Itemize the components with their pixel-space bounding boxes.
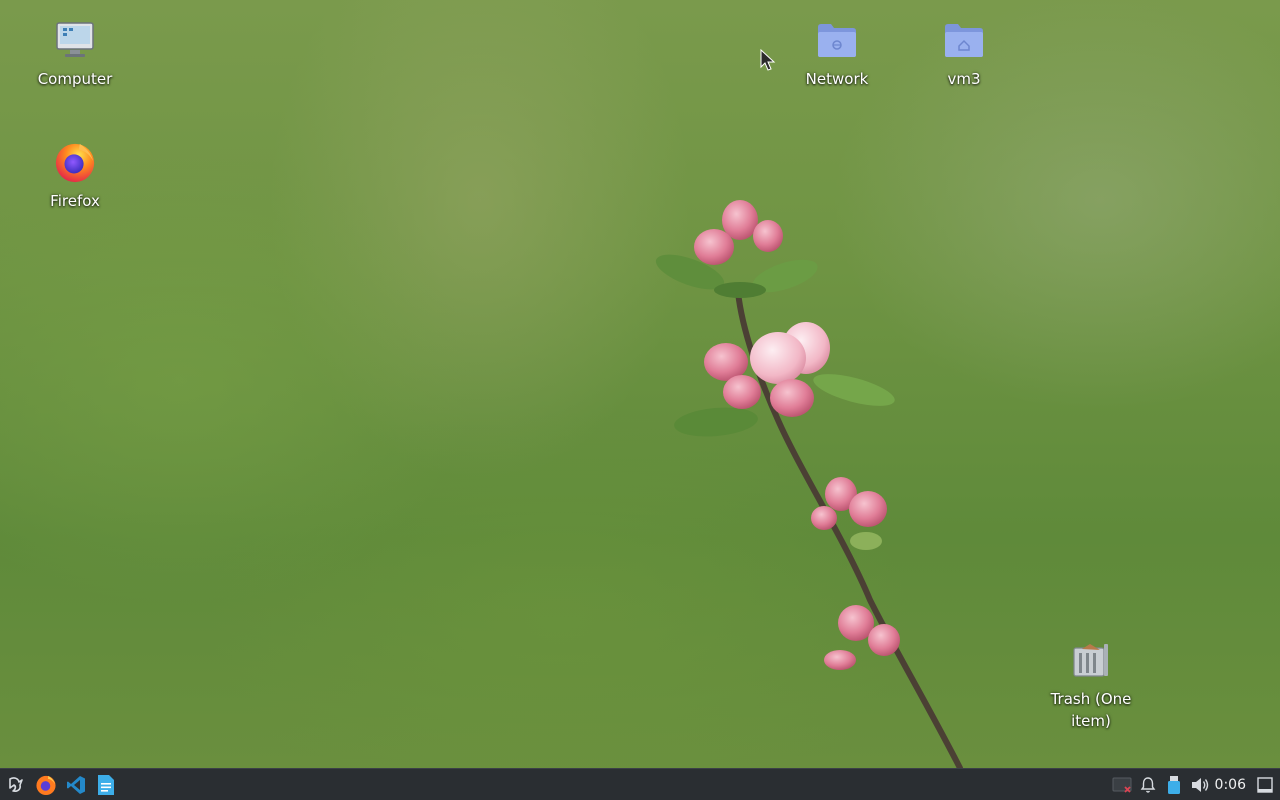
firefox-icon xyxy=(53,140,97,184)
desktop-icon-network[interactable]: Network xyxy=(782,18,892,90)
bell-icon xyxy=(1140,776,1155,793)
tray-volume[interactable] xyxy=(1187,771,1213,799)
usb-drive-icon xyxy=(1167,775,1180,794)
network-folder-icon xyxy=(815,18,859,62)
show-desktop-button[interactable] xyxy=(1254,771,1276,799)
taskbar-vscode-launcher[interactable] xyxy=(62,771,90,799)
desktop-icon-computer[interactable]: Computer xyxy=(20,18,130,90)
document-icon xyxy=(98,774,114,795)
computer-icon xyxy=(53,18,97,62)
taskbar: 0:06 xyxy=(0,768,1280,800)
taskbar-text-editor-launcher[interactable] xyxy=(92,771,120,799)
app-menu-icon xyxy=(9,776,23,792)
desktop-icon-label: Trash (One item) xyxy=(1050,690,1132,730)
network-disconnected-icon xyxy=(1112,777,1132,793)
show-desktop-icon xyxy=(1257,776,1273,793)
desktop-icon-label: vm3 xyxy=(947,70,981,88)
home-folder-icon xyxy=(942,18,986,62)
tray-removable-devices[interactable] xyxy=(1161,771,1187,799)
taskbar-clock[interactable]: 0:06 xyxy=(1213,777,1254,793)
desktop-icon-label: Firefox xyxy=(50,192,100,210)
desktop-icon-label: Network xyxy=(805,70,869,88)
trash-full-icon xyxy=(1069,638,1113,682)
desktop[interactable]: Computer Firefox Network vm3 Trash (One … xyxy=(0,0,1280,768)
taskbar-firefox-launcher[interactable] xyxy=(32,771,60,799)
vscode-icon xyxy=(67,775,85,794)
mouse-pointer-icon xyxy=(760,49,776,71)
desktop-icon-firefox[interactable]: Firefox xyxy=(20,140,130,212)
desktop-icon-label: Computer xyxy=(37,70,113,88)
firefox-icon xyxy=(36,775,56,795)
desktop-icon-home-folder[interactable]: vm3 xyxy=(909,18,1019,90)
desktop-icon-trash[interactable]: Trash (One item) xyxy=(1036,638,1146,732)
application-menu-button[interactable] xyxy=(2,771,30,799)
tray-notifications[interactable] xyxy=(1135,771,1161,799)
speaker-icon xyxy=(1191,777,1208,792)
tray-network-status[interactable] xyxy=(1109,771,1135,799)
